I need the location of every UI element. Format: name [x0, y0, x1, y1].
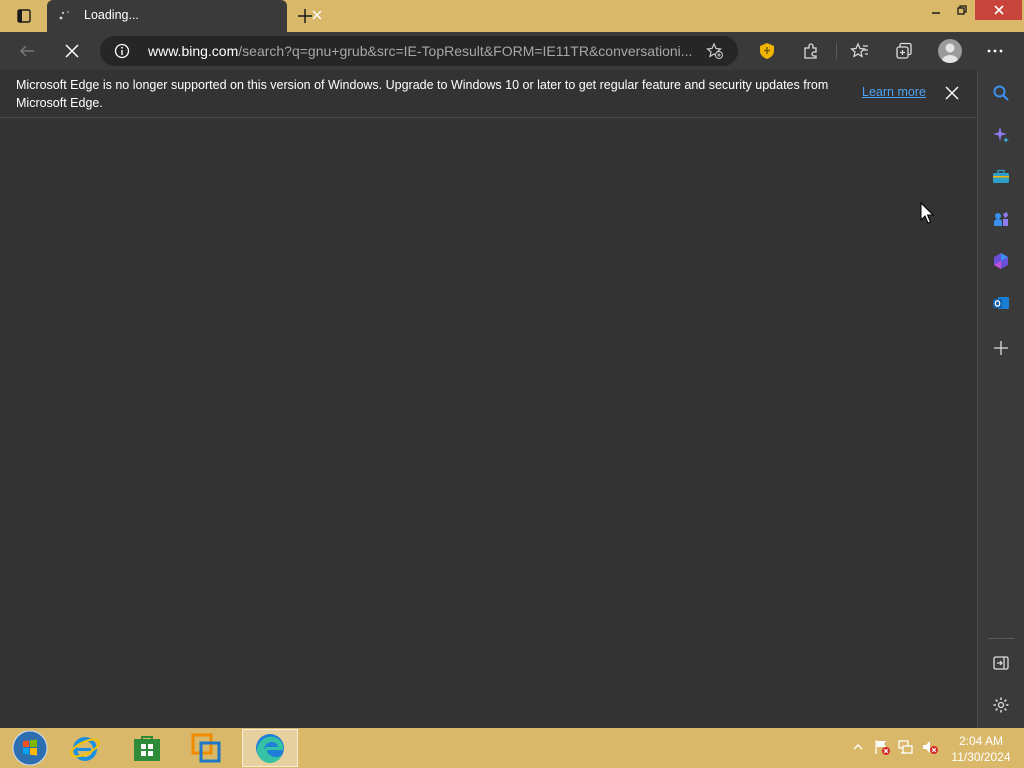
learn-more-link[interactable]: Learn more: [862, 85, 926, 99]
hide-sidebar-icon[interactable]: [991, 653, 1011, 673]
windows-taskbar: 2:04 AM 11/30/2024: [0, 728, 1024, 768]
plus-icon[interactable]: [295, 6, 315, 26]
stop-icon[interactable]: [62, 41, 82, 61]
microsoft-365-icon[interactable]: [991, 251, 1011, 271]
action-center-flag-icon[interactable]: [873, 738, 891, 756]
infobar-message: Microsoft Edge is no longer supported on…: [16, 78, 829, 110]
settings-icon[interactable]: [991, 695, 1011, 715]
edge-icon[interactable]: [242, 729, 298, 767]
clock-date: 11/30/2024: [951, 750, 1011, 764]
url-host: www.bing.com: [148, 43, 239, 59]
unsupported-os-infobar: Microsoft Edge is no longer supported on…: [0, 70, 977, 118]
loading-spinner-icon: [57, 8, 73, 24]
tab-actions-icon[interactable]: [8, 0, 40, 32]
url-path: /search?q=gnu+grub&src=IE-TopResult&FORM…: [238, 43, 693, 59]
tab-title: Loading...: [84, 8, 139, 22]
internet-explorer-icon[interactable]: [57, 729, 113, 767]
back-arrow-icon[interactable]: [17, 41, 37, 61]
favorites-icon[interactable]: [850, 41, 870, 61]
shield-extension-icon[interactable]: [757, 41, 777, 61]
start-orb[interactable]: [2, 729, 58, 767]
store-icon[interactable]: [119, 729, 175, 767]
url-text[interactable]: www.bing.com/search?q=gnu+grub&src=IE-To…: [148, 43, 698, 59]
active-tab[interactable]: Loading...: [47, 0, 322, 32]
minimize-button[interactable]: [923, 0, 949, 20]
page-content[interactable]: [0, 118, 977, 728]
info-icon[interactable]: [114, 43, 130, 59]
edge-sidebar: [977, 70, 1024, 728]
close-window-button[interactable]: [975, 0, 1022, 20]
network-icon[interactable]: [897, 738, 915, 756]
close-icon[interactable]: [944, 85, 960, 101]
toolbar-separator: [836, 43, 837, 59]
address-bar[interactable]: www.bing.com/search?q=gnu+grub&src=IE-To…: [100, 36, 738, 66]
show-hidden-icons-icon[interactable]: [849, 738, 867, 756]
clock-time: 2:04 AM: [958, 734, 1004, 748]
add-icon[interactable]: [991, 338, 1011, 358]
toolbar: www.bing.com/search?q=gnu+grub&src=IE-To…: [0, 32, 1024, 70]
extensions-icon[interactable]: [801, 41, 821, 61]
search-icon[interactable]: [991, 83, 1011, 103]
add-favorite-icon[interactable]: [706, 42, 724, 60]
title-bar: Loading...: [0, 0, 1024, 32]
sidebar-separator: [988, 638, 1014, 639]
mouse-cursor-icon: [920, 201, 935, 224]
vmware-icon[interactable]: [178, 729, 234, 767]
volume-muted-icon[interactable]: [921, 738, 939, 756]
system-clock[interactable]: 2:04 AM 11/30/2024: [946, 733, 1016, 765]
collections-icon[interactable]: [894, 41, 914, 61]
more-icon[interactable]: [985, 41, 1005, 61]
tools-icon[interactable]: [991, 167, 1011, 187]
copilot-icon[interactable]: [991, 125, 1011, 145]
restore-button[interactable]: [949, 0, 975, 20]
profile-avatar[interactable]: [938, 39, 962, 63]
games-icon[interactable]: [991, 209, 1011, 229]
outlook-icon[interactable]: [991, 293, 1011, 313]
